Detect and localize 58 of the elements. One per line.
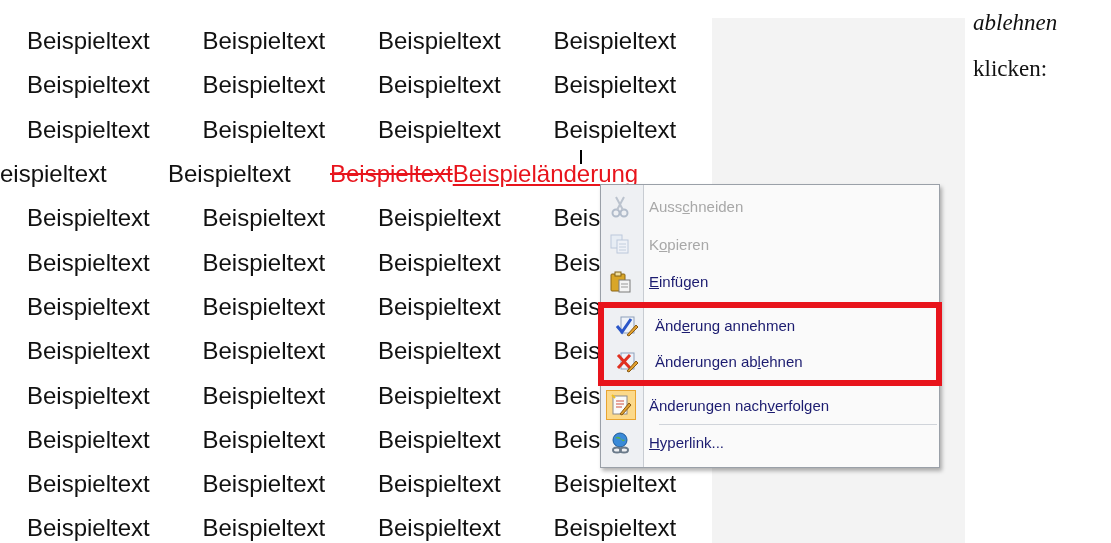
checkmark-pencil-icon	[615, 313, 639, 338]
body-text: Beispieltext	[202, 293, 326, 320]
body-text: Beispieltext	[378, 382, 501, 409]
clipboard-icon	[609, 269, 633, 294]
body-text: Beispieltext	[202, 116, 326, 143]
body-text: Beispieltext	[202, 382, 326, 409]
body-text: Beispieltext	[202, 338, 326, 365]
body-text: Beispieltext	[202, 28, 326, 55]
menu-item[interactable]: Änderung annehmen	[607, 307, 933, 344]
body-text: Beis	[553, 205, 601, 232]
text-cursor	[579, 150, 582, 165]
body-text: Beispieltext	[378, 471, 501, 498]
body-text: Beispieltext	[27, 72, 150, 99]
body-text: Beispieltext	[202, 515, 326, 542]
body-text: ablehnen	[973, 9, 1058, 37]
body-text: Beis	[553, 338, 601, 365]
menu-item[interactable]: Einfügen	[601, 263, 939, 301]
body-text: Beispieltext	[553, 515, 677, 542]
cross-pencil-icon	[615, 349, 639, 374]
body-text: Beispieltext	[378, 116, 501, 143]
body-text: Beispieltext	[553, 116, 677, 143]
body-text: klicken:	[973, 55, 1049, 83]
body-text: Beispieltext	[378, 28, 501, 55]
body-text: Beis	[553, 382, 601, 409]
body-text: Beispieltext	[378, 293, 501, 320]
body-text: Beispieltext	[27, 116, 150, 143]
body-text: Beispieltext	[27, 293, 150, 320]
menu-item[interactable]: Änderungen ablehnen	[607, 343, 933, 380]
body-text: Beis	[553, 426, 601, 453]
body-text: Beispieltext	[202, 426, 326, 453]
body-text: Beispieltext	[202, 471, 326, 498]
body-text: Beispieltext	[27, 471, 150, 498]
body-text: Beis	[553, 249, 601, 276]
body-text: Beispieltext	[378, 426, 501, 453]
deleted-text: Beispieltext	[330, 162, 453, 187]
body-text: eispieltext	[0, 162, 108, 187]
body-text: Beispieltext	[202, 205, 326, 232]
body-text: Beis	[553, 293, 601, 320]
body-text: Beispieltext	[27, 249, 150, 276]
body-text: Beispieltext	[378, 249, 501, 276]
body-text: Beispieltext	[553, 72, 677, 99]
body-text: Beispieltext	[378, 338, 501, 365]
menu-item[interactable]: Änderungen nachverfolgen	[601, 386, 939, 424]
body-text: Beispieltext	[168, 162, 292, 187]
body-text: Beispieltext	[202, 72, 326, 99]
body-text: Beispieltext	[27, 426, 150, 453]
body-text: Beispieltext	[378, 205, 501, 232]
body-text: Beispieltext	[27, 382, 150, 409]
body-text: Beispieltext	[202, 249, 326, 276]
body-text: Beispieltext	[378, 72, 501, 99]
body-text: Beispieltext	[553, 471, 677, 498]
body-text: Beispieltext	[27, 515, 150, 542]
body-text: Beispieltext	[378, 515, 501, 542]
inserted-text: Beispieländerung	[452, 162, 639, 187]
body-text: Beispieltext	[27, 28, 150, 55]
body-text: Beispieltext	[27, 205, 150, 232]
body-text: Beispieltext	[27, 338, 150, 365]
body-text: Beispieltext	[553, 28, 677, 55]
